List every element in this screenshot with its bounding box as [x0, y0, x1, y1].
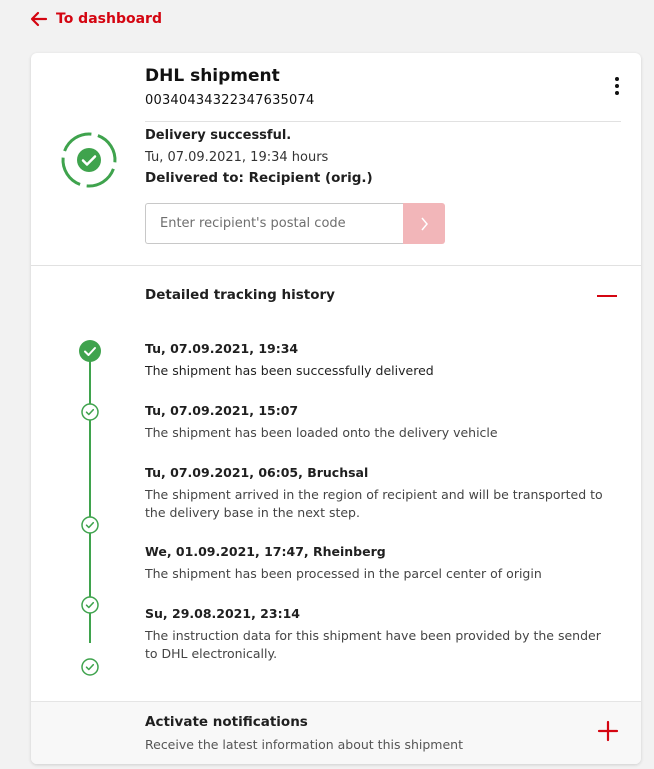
check-icon: [81, 658, 99, 676]
collapse-history-button[interactable]: [597, 295, 617, 297]
event-date: Tu, 07.09.2021, 06:05, Bruchsal: [145, 465, 369, 480]
more-vertical-icon: [611, 77, 623, 95]
back-to-dashboard-link[interactable]: To dashboard: [30, 10, 162, 28]
check-circle-icon: [79, 340, 101, 362]
shipment-header: DHL shipment 00340434322347635074: [31, 53, 641, 121]
status-divider: [31, 265, 641, 266]
postal-code-submit-button[interactable]: [403, 203, 445, 244]
timeline-event: Tu, 07.09.2021, 15:07 The shipment has b…: [145, 403, 615, 442]
timeline-event: Tu, 07.09.2021, 19:34 The shipment has b…: [145, 341, 615, 380]
chevron-right-icon: [421, 217, 428, 230]
notifications-subtitle: Receive the latest information about thi…: [145, 737, 463, 752]
timeline-event: We, 01.09.2021, 17:47, Rheinberg The shi…: [145, 544, 615, 583]
postal-code-input[interactable]: [145, 203, 403, 244]
shipment-title: DHL shipment: [145, 66, 280, 86]
event-date: We, 01.09.2021, 17:47, Rheinberg: [145, 544, 386, 559]
shipment-card: DHL shipment 00340434322347635074 Delive…: [31, 53, 641, 764]
delivered-to: Delivered to: Recipient (orig.): [145, 170, 373, 186]
event-description: The shipment has been processed in the p…: [145, 566, 542, 581]
check-icon: [81, 516, 99, 534]
event-date: Tu, 07.09.2021, 15:07: [145, 403, 299, 418]
timeline-event: Su, 29.08.2021, 23:14 The instruction da…: [145, 606, 615, 663]
more-options-button[interactable]: [611, 77, 623, 99]
status-time: Tu, 07.09.2021, 19:34 hours: [145, 150, 329, 165]
event-description: The shipment has been successfully deliv…: [145, 363, 434, 378]
event-description: The shipment arrived in the region of re…: [145, 487, 603, 520]
event-date: Su, 29.08.2021, 23:14: [145, 606, 300, 621]
timeline-event: Tu, 07.09.2021, 06:05, Bruchsal The ship…: [145, 465, 615, 522]
notifications-section[interactable]: Activate notifications Receive the lates…: [31, 701, 641, 764]
plus-icon[interactable]: [597, 720, 619, 742]
delivery-status: Delivery successful. Tu, 07.09.2021, 19:…: [31, 122, 641, 266]
check-icon: [81, 596, 99, 614]
status-title: Delivery successful.: [145, 128, 292, 143]
notifications-title: Activate notifications: [145, 714, 308, 730]
tracking-number: 00340434322347635074: [145, 93, 315, 108]
event-description: The shipment has been loaded onto the de…: [145, 425, 498, 440]
back-link-label: To dashboard: [56, 11, 162, 27]
check-circle-icon: [61, 132, 117, 188]
event-date: Tu, 07.09.2021, 19:34: [145, 341, 299, 356]
check-icon: [81, 403, 99, 421]
postal-code-form: [145, 203, 447, 244]
tracking-history-heading[interactable]: Detailed tracking history: [145, 287, 335, 303]
arrow-left-icon: [30, 11, 48, 27]
event-description: The instruction data for this shipment h…: [145, 628, 601, 661]
